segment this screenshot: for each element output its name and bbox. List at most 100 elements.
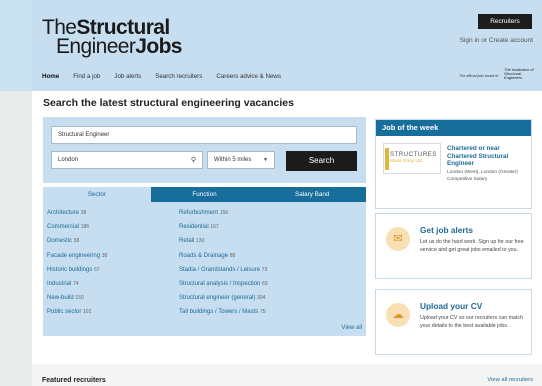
job-of-the-week-card: Job of the week STRUCTURES Made Easy Ltd… <box>375 119 532 209</box>
institution-logo[interactable]: The Institution of Structural Engineers <box>504 67 534 81</box>
sector-count: 74 <box>73 280 79 287</box>
job-alerts-text: Let us do the hard work. Sign up for our… <box>420 239 524 253</box>
location-value: London <box>58 157 79 163</box>
sector-link[interactable]: Stadia / Grandstands / Leisure 73 <box>179 267 268 281</box>
sector-link[interactable]: Refurbishment 156 <box>179 210 268 224</box>
cloud-upload-icon: ☁ <box>386 303 410 327</box>
location-input[interactable]: London ⚲ <box>51 151 203 169</box>
sector-link[interactable]: Tall buildings / Towers / Masts 75 <box>179 309 268 323</box>
tagline: The official jobs board of <box>459 74 499 78</box>
sector-label: Refurbishment <box>179 210 219 216</box>
sector-count: 102 <box>83 309 92 316</box>
page-title: Search the latest structural engineering… <box>43 97 294 109</box>
tab-function[interactable]: Function <box>150 187 259 202</box>
job-alerts-title[interactable]: Get job alerts <box>420 225 473 235</box>
job-title-link[interactable]: Chartered or near Chartered Structural E… <box>447 145 527 168</box>
sector-label: Historic buildings <box>47 266 93 273</box>
sector-label: Public sector <box>47 309 82 316</box>
sector-link[interactable]: Residential 167 <box>179 224 268 238</box>
tab-sector[interactable]: Sector <box>43 187 151 202</box>
logo-subtitle: Made Easy Ltd <box>390 159 422 164</box>
nav-search-recruiters[interactable]: Search recruiters <box>155 73 202 80</box>
browse-tabs: Sector Function Salary Band <box>43 187 367 202</box>
sector-label: Roads & Drainage <box>179 252 229 259</box>
or-text: or <box>481 37 488 44</box>
logo-mark <box>385 148 389 170</box>
job-location: London (West), London (Greater) <box>447 170 518 175</box>
sector-label: Retail <box>179 238 195 245</box>
sector-count: 304 <box>257 295 266 302</box>
location-pin-icon[interactable]: ⚲ <box>191 153 196 169</box>
sector-link[interactable]: Retail 130 <box>179 238 268 252</box>
sector-link[interactable]: Structural engineer (general) 304 <box>179 295 268 309</box>
upload-cv-card[interactable]: ☁ Upload your CV Upload your CV so our r… <box>375 289 532 355</box>
sector-count: 167 <box>210 224 219 231</box>
upload-cv-text: Upload your CV so our recruiters can mat… <box>420 315 524 329</box>
nav-careers-advice[interactable]: Careers advice & News <box>216 73 281 80</box>
radius-value: Within 5 miles <box>214 157 252 163</box>
sector-count: 88 <box>229 252 236 259</box>
logo-text-jobs: Jobs <box>135 35 182 58</box>
job-meta: London (West), London (Greater) Competit… <box>447 170 527 183</box>
view-all-sectors-link[interactable]: View all <box>341 325 362 331</box>
sector-count: 156 <box>219 210 229 216</box>
logo-name: STRUCTURES <box>390 152 438 158</box>
upload-cv-title[interactable]: Upload your CV <box>420 301 482 311</box>
sector-count: 150 <box>75 295 84 302</box>
site-logo[interactable]: TheStructural EngineerJobs <box>42 17 182 58</box>
sector-label: Domestic <box>47 238 73 245</box>
job-alerts-card[interactable]: ✉ Get job alerts Let us do the hard work… <box>375 213 532 279</box>
sector-link[interactable]: Roads & Drainage 88 <box>179 253 268 267</box>
sector-label: Commercial <box>47 224 80 231</box>
sign-in-link[interactable]: Sign in <box>460 37 480 44</box>
sector-count: 186 <box>80 224 90 231</box>
radius-select[interactable]: Within 5 miles ▼ <box>207 151 275 169</box>
view-all-recruiters-link[interactable]: View all recruiters <box>487 377 533 383</box>
logo-text-engineer: Engineer <box>56 35 136 58</box>
sector-panel: Architecture 38 Commercial 186 Domestic … <box>43 202 366 336</box>
job-of-the-week-heading: Job of the week <box>376 120 531 136</box>
sector-link[interactable]: Facade engineering 38 <box>47 253 107 267</box>
sector-label: Facade engineering <box>47 252 101 259</box>
sector-label: New-build <box>47 295 74 302</box>
create-account-link[interactable]: Create account <box>489 37 533 44</box>
sector-label: Architecture <box>47 210 80 216</box>
sector-link[interactable]: New-build 150 <box>47 295 107 309</box>
sector-label: Industrial <box>47 280 72 287</box>
company-logo[interactable]: STRUCTURES Made Easy Ltd <box>383 143 441 174</box>
sector-count: 67 <box>94 266 100 273</box>
search-form: Structural Engineer London ⚲ Within 5 mi… <box>43 117 366 183</box>
sector-column-right: Refurbishment 156 Residential 167 Retail… <box>179 210 268 324</box>
sector-count: 73 <box>261 266 268 273</box>
sector-column-left: Architecture 38 Commercial 186 Domestic … <box>47 210 107 324</box>
sector-link[interactable]: Domestic 58 <box>47 238 107 252</box>
sector-link[interactable]: Historic buildings 67 <box>47 267 107 281</box>
sector-link[interactable]: Structural analysis / Inspection 69 <box>179 281 268 295</box>
sector-label: Structural engineer (general) <box>179 295 256 302</box>
sector-count: 69 <box>262 280 268 287</box>
nav-find-a-job[interactable]: Find a job <box>73 73 100 80</box>
sector-count: 38 <box>80 210 87 216</box>
main-nav: Home Find a job Job alerts Search recrui… <box>42 73 281 80</box>
sector-label: Stadia / Grandstands / Leisure <box>179 266 261 273</box>
sector-label: Residential <box>179 224 209 231</box>
sector-count: 130 <box>196 238 205 245</box>
featured-recruiters-bar <box>32 364 542 386</box>
sector-link[interactable]: Industrial 74 <box>47 281 107 295</box>
sector-count: 58 <box>73 238 80 245</box>
sector-link[interactable]: Public sector 102 <box>47 309 107 323</box>
search-button[interactable]: Search <box>286 151 357 171</box>
nav-home[interactable]: Home <box>42 73 59 80</box>
featured-recruiters-title: Featured recruiters <box>42 377 106 384</box>
sector-label: Tall buildings / Towers / Masts <box>179 309 259 316</box>
sector-link[interactable]: Architecture 38 <box>47 210 107 224</box>
sector-count: 38 <box>101 252 108 259</box>
recruiters-button[interactable]: Recruiters <box>478 14 532 29</box>
tab-salary-band[interactable]: Salary Band <box>258 187 367 202</box>
sector-link[interactable]: Commercial 186 <box>47 224 107 238</box>
account-links: Sign in or Create account <box>460 37 533 44</box>
job-salary: Competitive Salary <box>447 176 488 182</box>
envelope-icon: ✉ <box>386 227 410 251</box>
nav-job-alerts[interactable]: Job alerts <box>114 73 141 80</box>
keyword-input[interactable]: Structural Engineer <box>51 126 357 144</box>
